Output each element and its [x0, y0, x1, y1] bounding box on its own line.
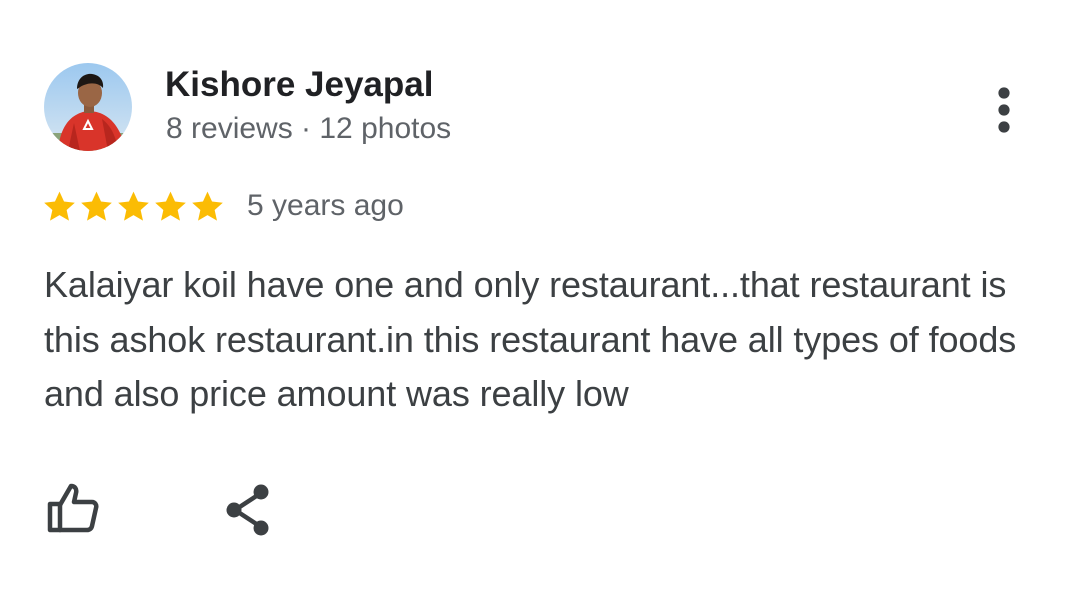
star-icon: [118, 191, 149, 221]
like-button[interactable]: [44, 480, 100, 536]
review-text: Kalaiyar koil have one and only restaura…: [44, 264, 1017, 414]
author-stats: 8 reviews · 12 photos: [166, 112, 452, 145]
review-date: 5 years ago: [247, 189, 404, 222]
star-icon: [155, 191, 186, 221]
star-icon: [81, 191, 112, 221]
share-button[interactable]: [222, 482, 274, 538]
more-vert-icon: [998, 87, 1010, 133]
more-options-button[interactable]: [980, 80, 1028, 140]
share-icon: [226, 484, 269, 536]
avatar[interactable]: [44, 63, 132, 151]
thumb-up-icon: [47, 483, 99, 533]
star-icon: [192, 191, 223, 221]
star-rating: [42, 189, 225, 224]
review-card: Kishore Jeyapal 8 reviews · 12 photos 5 …: [0, 0, 1068, 596]
author-name[interactable]: Kishore Jeyapal: [165, 64, 433, 106]
rating-row: 5 years ago: [42, 185, 404, 227]
avatar-image: [44, 63, 132, 151]
star-icon: [44, 191, 75, 221]
